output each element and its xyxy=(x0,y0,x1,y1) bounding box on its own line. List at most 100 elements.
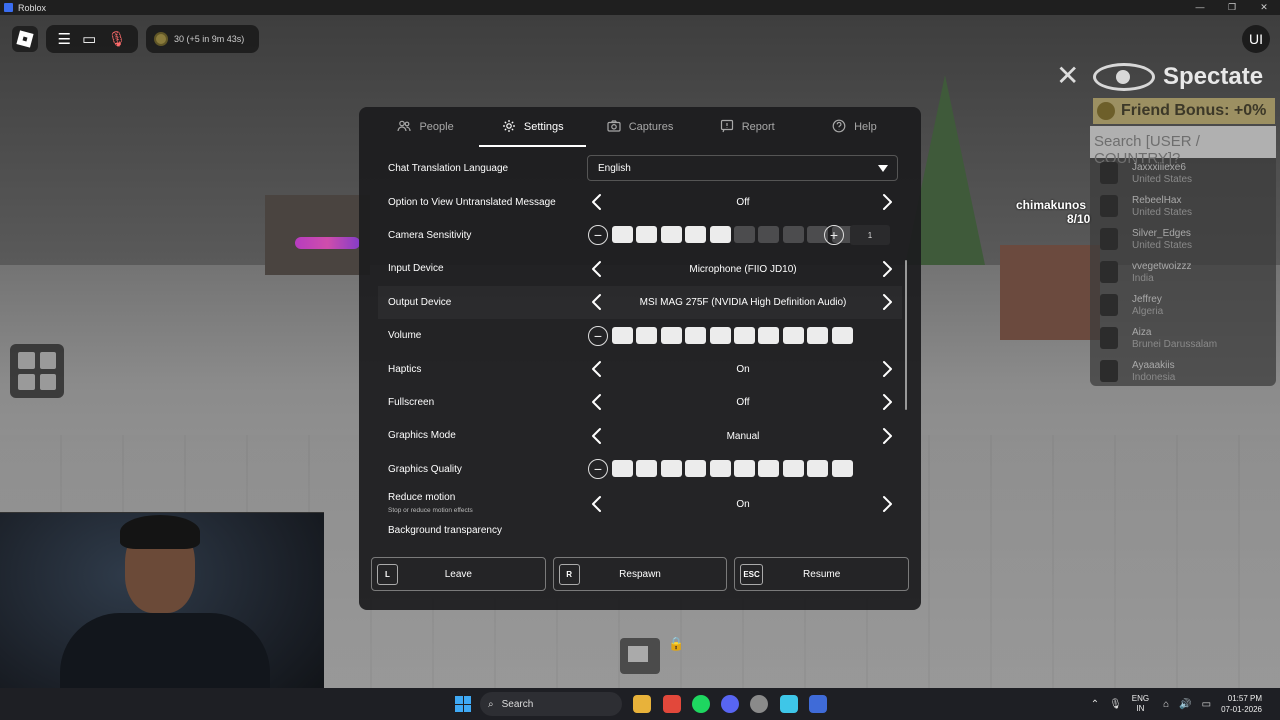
slider-segment[interactable] xyxy=(612,326,633,344)
slider-segment[interactable] xyxy=(709,226,731,244)
roblox-taskbar-icon[interactable] xyxy=(809,695,827,713)
minimize-button[interactable]: — xyxy=(1184,0,1216,15)
inventory-grid-button[interactable] xyxy=(10,344,64,398)
slider-segment[interactable] xyxy=(709,460,731,478)
slider-segment[interactable] xyxy=(782,226,804,244)
chevron-up-icon[interactable]: ⌃ xyxy=(1091,699,1099,710)
slider-segment[interactable] xyxy=(758,226,780,244)
player-info: Ayaaakiis Indonesia xyxy=(1132,360,1175,384)
slider-segment[interactable] xyxy=(660,326,682,344)
roblox-menu-button[interactable] xyxy=(12,26,38,52)
slider-segment[interactable] xyxy=(831,460,853,478)
editor-app-icon[interactable] xyxy=(780,695,798,713)
chevron-left-icon[interactable] xyxy=(588,293,606,311)
chat-language-dropdown[interactable]: English xyxy=(587,155,898,181)
spectate-title: Spectate xyxy=(1163,63,1264,90)
taskbar-search[interactable]: ⌕ Search xyxy=(480,692,622,716)
player-list-item[interactable]: RebeelHax United States xyxy=(1090,191,1276,224)
slider-segment[interactable] xyxy=(758,326,780,344)
windows-start-button[interactable] xyxy=(455,696,471,712)
slider-segment[interactable] xyxy=(636,460,658,478)
slider-segment[interactable] xyxy=(685,460,707,478)
tab-settings[interactable]: Settings xyxy=(479,107,587,147)
slider-segments[interactable] xyxy=(612,326,853,344)
chevron-left-icon[interactable] xyxy=(588,495,606,513)
slider-segment[interactable] xyxy=(733,326,755,344)
tab-report[interactable]: Report xyxy=(694,107,801,147)
chevron-right-icon[interactable] xyxy=(878,360,896,378)
chevron-right-icon[interactable] xyxy=(878,193,896,211)
tab-people[interactable]: People xyxy=(372,107,479,147)
network-icon[interactable]: ⌂ xyxy=(1163,699,1169,710)
resume-button[interactable]: ESC Resume xyxy=(734,557,910,591)
slider-segment[interactable] xyxy=(612,226,633,244)
taskbar-clock[interactable]: 01:57 PM 07-01-2026 xyxy=(1221,693,1262,715)
close-window-button[interactable]: ✕ xyxy=(1248,0,1280,15)
respawn-button[interactable]: R Respawn xyxy=(552,557,728,591)
slider-segment[interactable] xyxy=(612,460,633,478)
chevron-left-icon[interactable] xyxy=(588,360,606,378)
chat-icon[interactable]: ▭ xyxy=(82,32,96,47)
player-list-item[interactable]: vvegetwoizzz India xyxy=(1090,257,1276,290)
slider-segment[interactable] xyxy=(660,226,682,244)
spectate-header[interactable]: Spectate xyxy=(1093,62,1275,92)
chevron-left-icon[interactable] xyxy=(588,260,606,278)
setting-label: Camera Sensitivity xyxy=(388,229,472,241)
file-explorer-icon[interactable] xyxy=(633,695,651,713)
hamburger-menu-icon[interactable]: ☰ xyxy=(58,32,71,47)
player-list-item[interactable]: Aiza Brunei Darussalam xyxy=(1090,323,1276,356)
settings-scrollbar[interactable] xyxy=(905,260,907,410)
chevron-right-icon[interactable] xyxy=(878,495,896,513)
player-list-item[interactable]: Ayaaakiis Indonesia xyxy=(1090,356,1276,389)
button-label: Leave xyxy=(444,568,472,580)
lock-icon[interactable]: 🔒 xyxy=(668,636,684,654)
slider-segment[interactable] xyxy=(685,226,707,244)
slider-segments[interactable] xyxy=(612,226,853,244)
sensitivity-value-input[interactable]: 1 xyxy=(850,225,890,246)
chevron-right-icon[interactable] xyxy=(878,427,896,445)
slider-segment[interactable] xyxy=(807,326,829,344)
minus-icon[interactable]: − xyxy=(588,459,608,480)
slider-segment[interactable] xyxy=(660,460,682,478)
slider-segment[interactable] xyxy=(733,226,755,244)
chevron-right-icon[interactable] xyxy=(878,260,896,278)
microphone-icon[interactable]: 🎙 xyxy=(1109,699,1122,710)
app-icon[interactable] xyxy=(750,695,768,713)
chevron-right-icon[interactable] xyxy=(878,393,896,411)
slider-segment[interactable] xyxy=(636,326,658,344)
volume-icon[interactable]: 🔊 xyxy=(1179,699,1191,710)
slider-segment[interactable] xyxy=(782,460,804,478)
brave-browser-icon[interactable] xyxy=(663,695,681,713)
slider-segment[interactable] xyxy=(636,226,658,244)
discord-icon[interactable] xyxy=(721,695,739,713)
chevron-left-icon[interactable] xyxy=(588,393,606,411)
chevron-right-icon[interactable] xyxy=(878,293,896,311)
chevron-left-icon[interactable] xyxy=(588,193,606,211)
player-list-item[interactable]: Silver_Edges United States xyxy=(1090,224,1276,257)
microphone-muted-icon[interactable]: 🎙 xyxy=(107,32,126,47)
minus-icon[interactable]: − xyxy=(588,325,608,346)
slider-segment[interactable] xyxy=(782,326,804,344)
tab-help[interactable]: Help xyxy=(801,107,908,147)
hotbar-slot-flag[interactable] xyxy=(620,638,660,674)
slider-segment[interactable] xyxy=(831,326,853,344)
language-indicator[interactable]: ENG IN xyxy=(1132,694,1149,714)
slider-segment[interactable] xyxy=(758,460,780,478)
slider-segment[interactable] xyxy=(807,460,829,478)
player-list-item[interactable]: Jeffrey Algeria xyxy=(1090,290,1276,323)
minus-icon[interactable]: − xyxy=(588,225,608,246)
maximize-button[interactable]: ❐ xyxy=(1216,0,1248,15)
battery-icon[interactable]: ▭ xyxy=(1202,699,1211,710)
leave-button[interactable]: L Leave xyxy=(371,557,546,591)
player-avatar xyxy=(1100,261,1118,283)
spotify-icon[interactable] xyxy=(692,695,710,713)
tab-captures[interactable]: Captures xyxy=(586,107,693,147)
spectate-close-icon[interactable]: ✕ xyxy=(1056,62,1079,90)
chevron-left-icon[interactable] xyxy=(588,427,606,445)
slider-segment[interactable] xyxy=(733,460,755,478)
slider-segment[interactable] xyxy=(685,326,707,344)
ui-toggle-button[interactable]: UI xyxy=(1242,25,1270,53)
slider-segment[interactable] xyxy=(709,326,731,344)
player-search-input[interactable]: Search [USER / COUNTRY]? xyxy=(1090,126,1276,167)
slider-segments[interactable] xyxy=(612,460,853,478)
